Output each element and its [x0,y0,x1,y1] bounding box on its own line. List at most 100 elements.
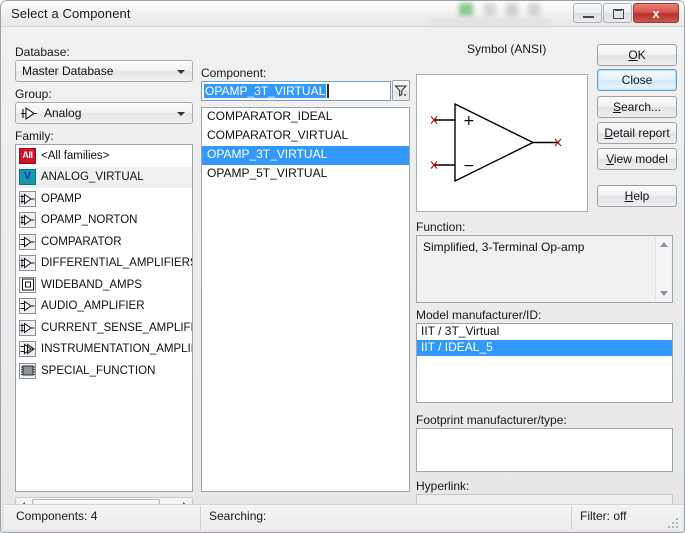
family-list-item[interactable]: INSTRUMENTATION_AMPLIFIERS [16,339,192,361]
model-list-item[interactable]: IIT / IDEAL_5 [417,340,672,356]
scroll-down-icon[interactable] [660,291,668,296]
model-label: Model manufacturer/ID: [416,308,542,322]
function-label: Function: [416,220,466,234]
close-dialog-button[interactable]: Close [597,69,677,91]
background-bleed-artifact [484,3,496,16]
detail-report-button-label: Detail report [604,126,670,140]
family-list-item[interactable]: OPAMP_NORTON [16,210,192,232]
family-list-item[interactable]: V ANALOG_VIRTUAL [16,166,192,188]
close-button[interactable]: x [633,3,679,23]
status-bar: Components: 4 Searching: Filter: off [4,504,683,530]
dialog-body: Database: Master Database Group: Analog … [1,27,684,532]
maximize-button[interactable] [603,3,632,23]
group-label: Group: [15,87,52,101]
group-combo-value: Analog [44,106,82,120]
family-list-item-label: AUDIO_AMPLIFIER [41,300,145,313]
status-divider [200,506,201,530]
analog-group-icon [21,106,38,126]
view-model-button[interactable]: View model [597,148,677,170]
component-list-item[interactable]: OPAMP_5T_VIRTUAL [202,165,409,184]
chevron-down-icon [177,112,185,116]
comparator-icon [19,233,36,250]
symbol-label: Symbol (ANSI) [467,42,547,56]
family-list-item-label: WIDEBAND_AMPS [41,278,142,291]
database-combo-value: Master Database [22,64,114,78]
family-list-item[interactable]: OPAMP [16,188,192,210]
family-list-item-label: INSTRUMENTATION_AMPLIFIERS [41,343,192,356]
chevron-down-icon [177,70,185,74]
component-list-item[interactable]: OPAMP_3T_VIRTUAL [202,146,409,165]
analog-virtual-icon: V [19,169,36,186]
scroll-up-icon[interactable] [660,242,668,247]
view-model-button-label: View model [606,152,668,166]
family-list-item-label: SPECIAL_FUNCTION [41,364,156,377]
detail-report-button[interactable]: Detail report [597,122,677,144]
component-search-input[interactable]: OPAMP_3T_VIRTUAL [201,81,391,101]
filter-button[interactable] [392,80,410,101]
status-components: Components: 4 [16,509,98,523]
component-list-item[interactable]: COMPARATOR_IDEAL [202,108,409,127]
footprint-label: Footprint manufacturer/type: [416,413,567,427]
database-combo[interactable]: Master Database [15,60,193,82]
component-list-item[interactable]: COMPARATOR_VIRTUAL [202,127,409,146]
model-list-item[interactable]: IIT / 3T_Virtual [417,324,672,340]
background-bleed-artifact [459,3,473,16]
family-list-item[interactable]: COMPARATOR [16,231,192,253]
svg-text:+: + [463,113,475,129]
search-button-label: Search... [612,100,662,114]
hyperlink-label: Hyperlink: [416,479,470,493]
title-bar[interactable]: Select a Component x [1,1,684,27]
family-list-item-label: ANALOG_VIRTUAL [41,171,144,184]
svg-text:−: − [463,158,475,174]
function-box: Simplified, 3-Terminal Op-amp [416,235,673,303]
status-filter: Filter: off [580,509,627,523]
opamp-icon [19,190,36,207]
special-function-icon [19,362,36,379]
family-list-item-label: OPAMP_NORTON [41,214,138,227]
minimize-icon [583,16,594,18]
component-list[interactable]: COMPARATOR_IDEAL COMPARATOR_VIRTUAL OPAMP_… [201,107,410,492]
function-value: Simplified, 3-Terminal Op-amp [423,240,585,254]
footprint-list[interactable] [416,428,673,472]
select-a-component-dialog: Select a Component x Database: Master Da… [0,0,685,533]
resize-grip-icon[interactable] [668,516,680,528]
all-families-icon: All [19,147,36,164]
family-list-item[interactable]: CURRENT_SENSE_AMPLIFIERS [16,317,192,339]
text-caret [327,84,329,98]
family-label: Family: [15,129,54,143]
close-icon: x [652,5,660,21]
family-list-item[interactable]: All <All families> [16,145,192,167]
family-list-item[interactable]: SPECIAL_FUNCTION [16,360,192,382]
family-list-item-label: CURRENT_SENSE_AMPLIFIERS [41,321,192,334]
ok-button-label: OK [628,48,646,62]
component-label: Component: [201,66,267,80]
window-title: Select a Component [11,6,131,21]
help-button[interactable]: Help [597,185,677,207]
family-list-item[interactable]: DIFFERENTIAL_AMPLIFIERS [16,253,192,275]
status-searching: Searching: [209,509,267,523]
family-list-item-label: OPAMP [41,192,82,205]
opamp-norton-icon [19,212,36,229]
background-bleed-artifact [506,3,518,16]
filter-icon [394,85,408,97]
search-button[interactable]: Search... [597,96,677,118]
instrumentation-amplifier-icon [19,341,36,358]
symbol-preview: + − [416,74,588,212]
group-combo[interactable]: Analog [15,102,193,124]
family-list[interactable]: All <All families> V ANALOG_VIRTUAL OPAMP OPA… [15,144,193,492]
family-list-item-label: DIFFERENTIAL_AMPLIFIERS [41,257,192,270]
function-scrollbar[interactable] [655,237,671,301]
maximize-icon [613,9,624,19]
family-list-item[interactable]: WIDEBAND_AMPS [16,274,192,296]
wideband-amp-icon [19,276,36,293]
database-label: Database: [15,45,70,59]
background-bleed-artifact [528,3,540,16]
audio-amplifier-icon [19,298,36,315]
model-list[interactable]: IIT / 3T_Virtual IIT / IDEAL_5 [416,323,673,403]
family-list-item[interactable]: AUDIO_AMPLIFIER [16,296,192,318]
family-list-item-label: <All families> [41,149,110,162]
ok-button[interactable]: OK [597,44,677,66]
opamp-symbol-icon: + − [430,102,562,183]
component-input-value: OPAMP_3T_VIRTUAL [204,84,327,98]
minimize-button[interactable] [573,3,602,23]
